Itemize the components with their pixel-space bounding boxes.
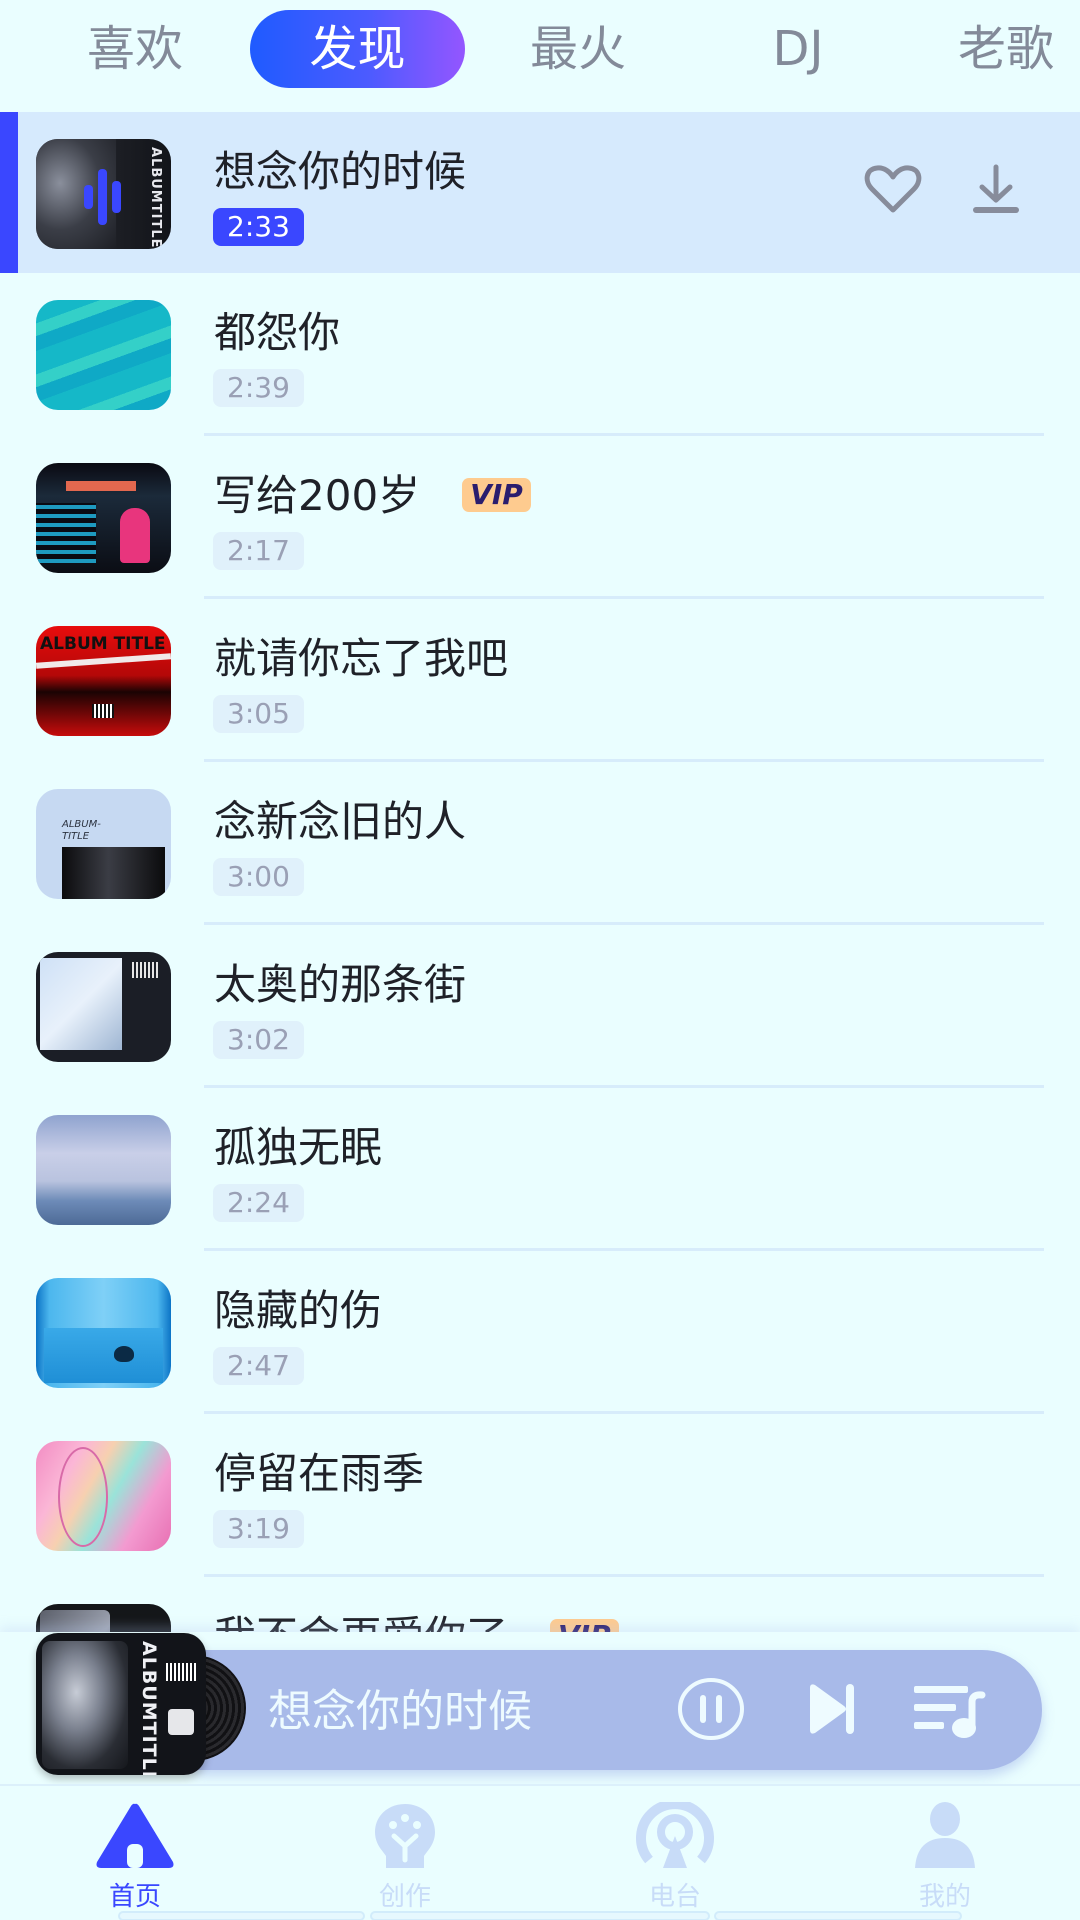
cover-text: ALBUM-TITLE	[62, 819, 101, 842]
nav-item-create[interactable]: 创作	[305, 1786, 505, 1920]
tab-hottest[interactable]: 最火	[500, 10, 656, 88]
album-cover: ALBUM-TITLE	[36, 789, 171, 899]
album-cover: ALBUM TITLE	[36, 626, 171, 736]
song-title-text: 写给200岁	[214, 471, 421, 520]
equalizer-icon	[84, 169, 124, 225]
song-duration: 3:00	[213, 858, 304, 896]
skip-next-icon[interactable]	[806, 1676, 856, 1746]
song-row[interactable]: 隐藏的伤 2:47	[0, 1251, 1080, 1414]
nav-item-radio[interactable]: 电台	[575, 1786, 775, 1920]
cover-text: ALBUM TITLE	[40, 634, 166, 654]
nav-item-profile[interactable]: 我的	[845, 1786, 1045, 1920]
nav-indicator	[118, 1911, 365, 1920]
song-row[interactable]: 孤独无眠 2:24	[0, 1088, 1080, 1251]
bottom-nav: 首页 创作 电台 我的	[0, 1784, 1080, 1920]
tab-dj[interactable]: DJ	[720, 10, 876, 88]
heart-outline-icon[interactable]	[864, 164, 922, 214]
tab-discover[interactable]: 发现	[250, 10, 465, 88]
mini-player-title: 想念你的时候	[268, 1686, 532, 1737]
nav-item-home[interactable]: 首页	[35, 1786, 235, 1920]
song-title: 停留在雨季	[214, 1449, 425, 1498]
album-cover	[36, 300, 171, 410]
tab-oldies[interactable]: 老歌	[940, 10, 1080, 88]
album-cover	[36, 952, 171, 1062]
home-icon	[93, 1802, 177, 1872]
song-title: 想念你的时候	[214, 147, 467, 196]
album-cover	[36, 1115, 171, 1225]
song-title: 都怨你	[214, 308, 341, 357]
song-row[interactable]: 都怨你 2:39	[0, 273, 1080, 436]
song-title: 就请你忘了我吧	[214, 634, 509, 683]
song-duration: 2:39	[213, 369, 304, 407]
mini-player-cover[interactable]: ALBUMTITLE	[36, 1633, 206, 1775]
cover-text: ALBUMTITLE	[138, 1641, 160, 1775]
category-tabs: 喜欢 发现 最火 DJ 老歌	[0, 0, 1080, 110]
song-duration: 2:47	[213, 1347, 304, 1385]
song-row[interactable]: 写给200岁 VIP 2:17	[0, 436, 1080, 599]
song-row[interactable]: 停留在雨季 3:19	[0, 1414, 1080, 1577]
playing-indicator-bar	[0, 112, 18, 273]
user-icon	[912, 1802, 978, 1872]
album-cover: ALBUMTITLE	[36, 139, 171, 249]
song-duration: 2:33	[213, 208, 304, 246]
song-row[interactable]: 太奥的那条街 3:02	[0, 925, 1080, 1088]
nav-label: 我的	[918, 1882, 971, 1912]
song-row[interactable]: ALBUM-TITLE 念新念旧的人 3:00	[0, 762, 1080, 925]
album-cover	[36, 1441, 171, 1551]
song-duration: 3:19	[213, 1510, 304, 1548]
nav-indicator	[714, 1911, 962, 1920]
pause-circle-icon[interactable]	[676, 1676, 746, 1746]
song-duration: 2:17	[213, 532, 304, 570]
song-list: ALBUMTITLE 想念你的时候 2:33 都怨你 2:39 写给200岁 V…	[0, 112, 1080, 1740]
lightbulb-icon	[372, 1802, 438, 1872]
playlist-music-icon[interactable]	[912, 1676, 986, 1746]
song-row[interactable]: ALBUM TITLE 就请你忘了我吧 3:05	[0, 599, 1080, 762]
nav-indicator	[370, 1911, 710, 1920]
tab-favorites[interactable]: 喜欢	[60, 10, 210, 88]
song-row-playing[interactable]: ALBUMTITLE 想念你的时候 2:33	[0, 112, 1080, 273]
song-duration: 2:24	[213, 1184, 304, 1222]
album-cover	[36, 463, 171, 573]
song-title: 写给200岁 VIP	[214, 470, 531, 522]
vip-badge: VIP	[462, 477, 531, 512]
song-duration: 3:02	[213, 1021, 304, 1059]
nav-label: 创作	[378, 1882, 431, 1912]
song-duration: 3:05	[213, 695, 304, 733]
song-title: 念新念旧的人	[214, 797, 467, 846]
cover-text: ALBUMTITLE	[148, 147, 163, 249]
song-title: 隐藏的伤	[214, 1286, 383, 1335]
download-icon[interactable]	[972, 164, 1020, 214]
song-title: 孤独无眠	[214, 1123, 383, 1172]
radio-broadcast-icon	[635, 1799, 715, 1872]
nav-label: 电台	[648, 1882, 701, 1912]
song-title: 太奥的那条街	[214, 960, 467, 1009]
nav-label: 首页	[108, 1882, 161, 1912]
album-cover	[36, 1278, 171, 1388]
